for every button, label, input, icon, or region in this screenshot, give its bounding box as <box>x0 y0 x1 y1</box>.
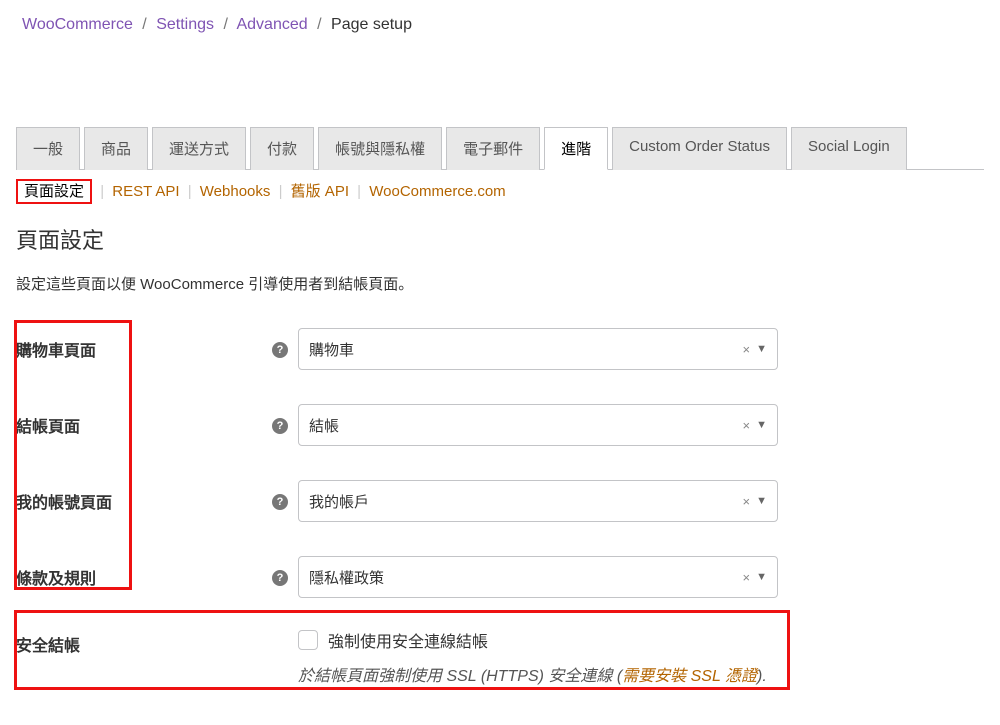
clear-icon[interactable]: × <box>743 342 751 357</box>
tab-products[interactable]: 商品 <box>84 127 148 170</box>
tab-general[interactable]: 一般 <box>16 127 80 170</box>
checkbox-label-force-ssl: 強制使用安全連線結帳 <box>328 628 488 652</box>
chevron-down-icon[interactable]: ▼ <box>756 495 767 507</box>
breadcrumb-separator: / <box>223 16 227 33</box>
subnav-separator: | <box>188 183 192 200</box>
ssl-desc-prefix: 於結帳頁面強制使用 SSL (HTTPS) 安全連線 ( <box>298 668 622 685</box>
help-icon[interactable]: ? <box>272 494 288 510</box>
checkbox-force-ssl[interactable] <box>298 630 318 650</box>
help-icon[interactable]: ? <box>272 570 288 586</box>
breadcrumb: WooCommerce / Settings / Advanced / Page… <box>0 0 1000 46</box>
subnav-page-setup[interactable]: 頁面設定 <box>16 179 92 204</box>
main-content: 一般 商品 運送方式 付款 帳號與隱私權 電子郵件 進階 Custom Orde… <box>0 126 1000 706</box>
breadcrumb-separator: / <box>142 16 146 33</box>
clear-icon[interactable]: × <box>743 418 751 433</box>
label-my-account-page: 我的帳號頁面 <box>16 489 272 513</box>
row-cart-page: 購物車頁面 ? 購物車 × ▼ <box>16 324 984 374</box>
help-icon[interactable]: ? <box>272 418 288 434</box>
tab-payments[interactable]: 付款 <box>250 127 314 170</box>
clear-icon[interactable]: × <box>743 570 751 585</box>
label-checkout-page: 結帳頁面 <box>16 413 272 437</box>
clear-icon[interactable]: × <box>743 494 751 509</box>
ssl-install-link[interactable]: 需要安裝 SSL 憑證 <box>622 668 757 685</box>
tab-advanced[interactable]: 進階 <box>544 127 608 170</box>
row-secure-checkout: 安全結帳 強制使用安全連線結帳 於結帳頁面強制使用 SSL (HTTPS) 安全… <box>16 628 984 686</box>
label-terms-page: 條款及規則 <box>16 565 272 589</box>
select-my-account-page[interactable]: 我的帳戶 × ▼ <box>298 480 778 522</box>
row-checkout-page: 結帳頁面 ? 結帳 × ▼ <box>16 400 984 450</box>
select-terms-page[interactable]: 隱私權政策 × ▼ <box>298 556 778 598</box>
help-icon[interactable]: ? <box>272 342 288 358</box>
subnav-separator: | <box>357 183 361 200</box>
row-terms-page: 條款及規則 ? 隱私權政策 × ▼ <box>16 552 984 602</box>
subnav-webhooks[interactable]: Webhooks <box>200 183 271 200</box>
select-value: 隱私權政策 <box>309 567 384 588</box>
label-cart-page: 購物車頁面 <box>16 337 272 361</box>
ssl-description: 於結帳頁面強制使用 SSL (HTTPS) 安全連線 (需要安裝 SSL 憑證)… <box>298 662 984 686</box>
section-title: 頁面設定 <box>16 223 984 255</box>
subnav-woocommerce-com[interactable]: WooCommerce.com <box>369 183 505 200</box>
tab-emails[interactable]: 電子郵件 <box>446 127 540 170</box>
breadcrumb-link[interactable]: WooCommerce <box>22 16 133 33</box>
subnav-legacy-api[interactable]: 舊版 API <box>291 183 349 200</box>
row-my-account-page: 我的帳號頁面 ? 我的帳戶 × ▼ <box>16 476 984 526</box>
breadcrumb-link[interactable]: Advanced <box>236 16 307 33</box>
tab-shipping[interactable]: 運送方式 <box>152 127 246 170</box>
subnav-separator: | <box>279 183 283 200</box>
select-value: 結帳 <box>309 415 339 436</box>
breadcrumb-link[interactable]: Settings <box>156 16 214 33</box>
breadcrumb-current: Page setup <box>331 16 412 33</box>
ssl-desc-suffix: ). <box>757 668 767 685</box>
tab-accounts-privacy[interactable]: 帳號與隱私權 <box>318 127 442 170</box>
section-description: 設定這些頁面以便 WooCommerce 引導使用者到結帳頁面。 <box>16 273 984 294</box>
chevron-down-icon[interactable]: ▼ <box>756 571 767 583</box>
select-checkout-page[interactable]: 結帳 × ▼ <box>298 404 778 446</box>
nav-tabs: 一般 商品 運送方式 付款 帳號與隱私權 電子郵件 進階 Custom Orde… <box>16 126 984 170</box>
tab-custom-order-status[interactable]: Custom Order Status <box>612 127 787 170</box>
select-value: 購物車 <box>309 339 354 360</box>
label-secure-checkout: 安全結帳 <box>16 628 298 656</box>
subnav: 頁面設定 | REST API | Webhooks | 舊版 API | Wo… <box>16 170 984 201</box>
breadcrumb-separator: / <box>317 16 321 33</box>
select-cart-page[interactable]: 購物車 × ▼ <box>298 328 778 370</box>
select-value: 我的帳戶 <box>309 491 369 512</box>
tab-social-login[interactable]: Social Login <box>791 127 907 170</box>
chevron-down-icon[interactable]: ▼ <box>756 343 767 355</box>
subnav-separator: | <box>100 183 104 200</box>
chevron-down-icon[interactable]: ▼ <box>756 419 767 431</box>
subnav-rest-api[interactable]: REST API <box>112 183 179 200</box>
